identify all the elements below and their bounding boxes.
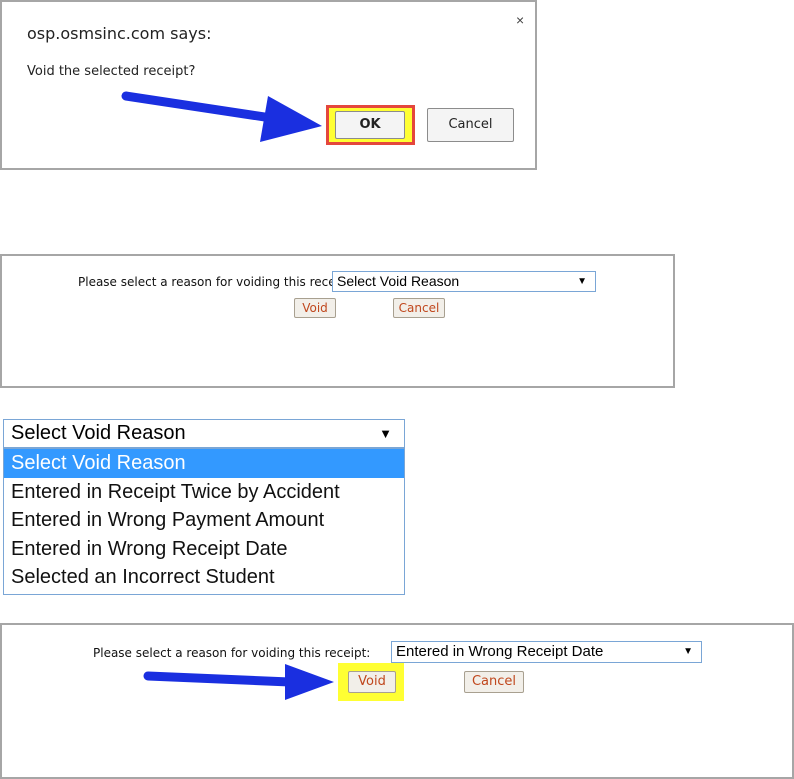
close-icon[interactable]: × xyxy=(516,12,524,28)
void-button[interactable]: Void xyxy=(348,671,396,693)
void-form-default: Please select a reason for voiding this … xyxy=(0,254,675,388)
cancel-button[interactable]: Cancel xyxy=(464,671,524,693)
void-reason-select[interactable]: Entered in Wrong Receipt Date ▼ xyxy=(391,641,702,663)
void-reason-select-value: Entered in Wrong Receipt Date xyxy=(396,643,604,660)
void-reason-select[interactable]: Select Void Reason ▼ xyxy=(332,271,596,292)
dialog-site-title: osp.osmsinc.com says: xyxy=(27,24,212,43)
void-reason-select-value: Select Void Reason xyxy=(11,422,186,444)
pointer-arrow-icon xyxy=(121,91,322,142)
void-form-selected: Please select a reason for voiding this … xyxy=(0,623,794,779)
cancel-button[interactable]: Cancel xyxy=(393,298,445,318)
dialog-message: Void the selected receipt? xyxy=(27,64,196,79)
option-wrong-receipt-date[interactable]: Entered in Wrong Receipt Date xyxy=(4,535,404,564)
option-entered-twice[interactable]: Entered in Receipt Twice by Accident xyxy=(4,478,404,507)
option-incorrect-student[interactable]: Selected an Incorrect Student xyxy=(4,563,404,592)
dropdown-arrow-icon: ▼ xyxy=(683,646,693,657)
dropdown-arrow-icon: ▼ xyxy=(379,426,392,441)
dropdown-arrow-icon: ▼ xyxy=(577,276,587,287)
option-wrong-payment-amount[interactable]: Entered in Wrong Payment Amount xyxy=(4,506,404,535)
void-button[interactable]: Void xyxy=(294,298,336,318)
ok-button[interactable]: OK xyxy=(335,111,405,139)
void-reason-prompt: Please select a reason for voiding this … xyxy=(93,646,371,660)
pointer-arrow-icon xyxy=(143,664,334,700)
void-reason-select-value: Select Void Reason xyxy=(337,273,460,289)
void-reason-prompt: Please select a reason for voiding this … xyxy=(78,275,356,289)
void-reason-options: Select Void Reason Entered in Receipt Tw… xyxy=(3,448,405,595)
void-reason-select-open[interactable]: Select Void Reason ▼ xyxy=(3,419,405,448)
cancel-button[interactable]: Cancel xyxy=(427,108,514,142)
option-select-void-reason[interactable]: Select Void Reason xyxy=(4,449,404,478)
